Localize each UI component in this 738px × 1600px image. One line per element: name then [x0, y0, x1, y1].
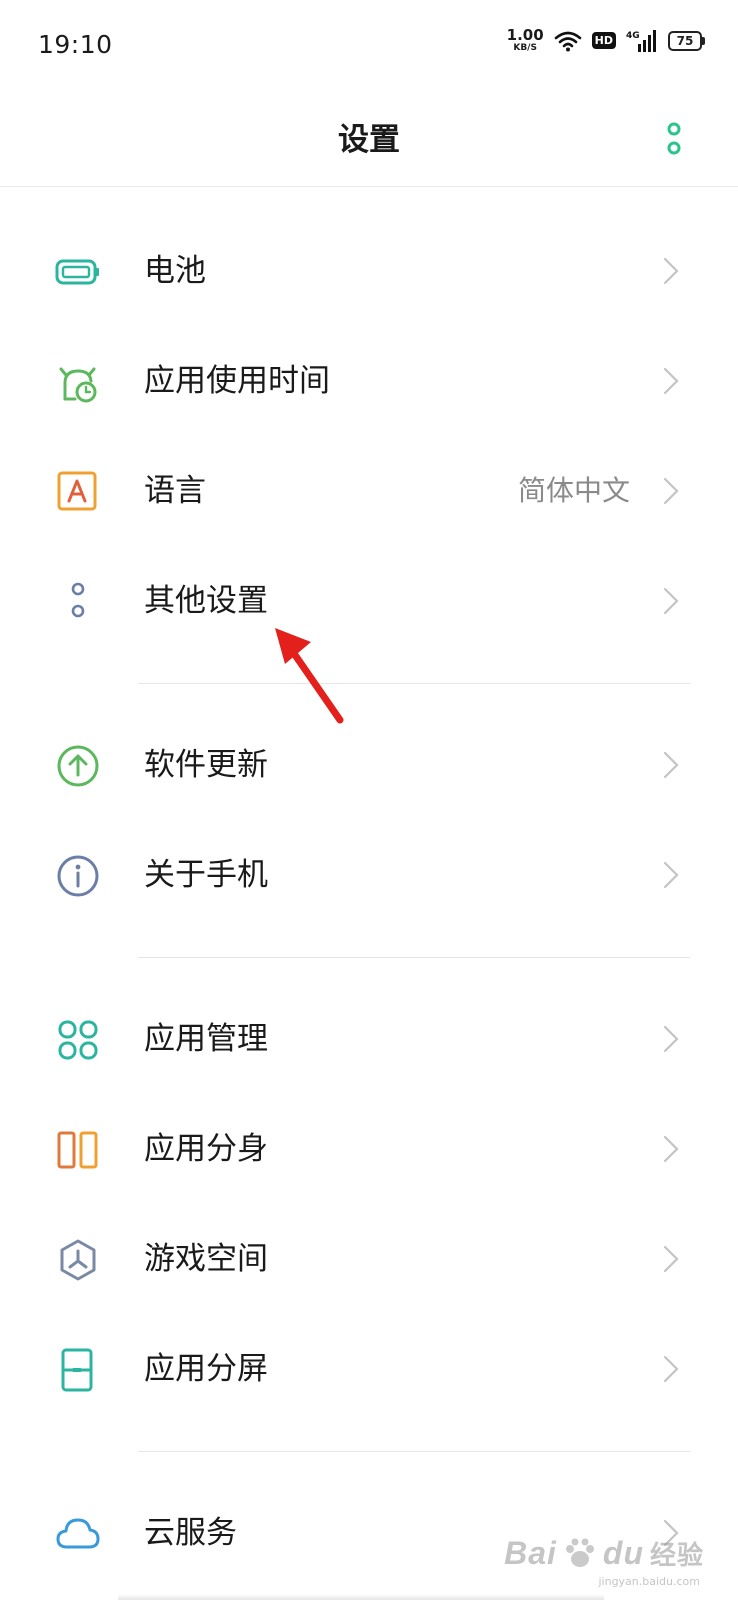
language-icon — [57, 471, 97, 511]
status-icons: 1.00 KB/S HD 4G 75 — [507, 28, 705, 53]
chevron-right-icon — [663, 257, 679, 285]
settings-item-app-usage-time[interactable]: 应用使用时间 — [0, 326, 738, 436]
settings-item-other-settings[interactable]: 其他设置 — [0, 546, 738, 656]
settings-item-label: 游戏空间 — [144, 1241, 268, 1277]
chevron-right-icon — [663, 861, 679, 889]
network-speed-unit: KB/S — [513, 43, 537, 53]
status-time: 19:10 — [38, 30, 113, 59]
settings-item-app-clone[interactable]: 应用分身 — [0, 1094, 738, 1204]
settings-item-label: 应用使用时间 — [144, 363, 330, 399]
section-divider — [0, 930, 738, 984]
settings-item-battery[interactable]: 电池 — [0, 216, 738, 326]
info-icon — [57, 855, 99, 897]
network-speed: 1.00 KB/S — [507, 28, 544, 53]
alarm-clock-icon — [59, 367, 97, 403]
chevron-right-icon — [663, 751, 679, 779]
settings-item-software-update[interactable]: 软件更新 — [0, 710, 738, 820]
settings-item-label: 关于手机 — [144, 857, 268, 893]
settings-item-game-space[interactable]: 游戏空间 — [0, 1204, 738, 1314]
cloud-icon — [56, 1518, 100, 1549]
battery-icon — [55, 259, 99, 285]
settings-item-label: 应用分身 — [144, 1131, 268, 1167]
signal-icon: 4G — [626, 29, 656, 52]
chevron-right-icon — [663, 1355, 679, 1383]
update-arrow-icon — [57, 745, 99, 787]
split-screen-icon — [61, 1348, 93, 1392]
battery-indicator: 75 — [668, 30, 705, 51]
paw-logo-icon — [565, 1538, 594, 1567]
app-grid-icon — [58, 1020, 98, 1060]
chevron-right-icon — [663, 587, 679, 615]
settings-item-label: 电池 — [144, 253, 206, 289]
red-annotation-arrow — [275, 628, 344, 724]
section-divider — [0, 1424, 738, 1478]
watermark-url: jingyan.baidu.com — [598, 1575, 700, 1588]
game-hexagon-icon — [60, 1239, 96, 1281]
settings-list[interactable]: 安全 电池 应用使用时间 — [0, 187, 738, 1600]
watermark-cn: 经验 — [649, 1540, 704, 1570]
clone-icon — [57, 1131, 98, 1169]
section-divider — [0, 656, 738, 710]
chevron-right-icon — [663, 367, 679, 395]
chevron-right-icon — [663, 1025, 679, 1053]
settings-item-split-screen[interactable]: 应用分屏 — [0, 1314, 738, 1424]
settings-item-language[interactable]: 语言 简体中文 — [0, 436, 738, 546]
settings-item-label: 应用管理 — [144, 1021, 268, 1057]
status-bar: 19:10 1.00 KB/S HD 4G 75 — [0, 0, 738, 90]
network-type: 4G — [626, 31, 640, 41]
bottom-scroll-shadow — [118, 1594, 604, 1600]
app-header: 设置 — [0, 90, 738, 187]
settings-item-label: 应用分屏 — [144, 1351, 268, 1387]
network-speed-value: 1.00 — [506, 26, 544, 44]
chevron-right-icon — [663, 1245, 679, 1273]
settings-item-about-phone[interactable]: 关于手机 — [0, 820, 738, 930]
settings-item-label: 语言 — [144, 473, 206, 509]
wifi-icon — [554, 31, 581, 51]
baidu-watermark: Bai du 经验 jingyan.baidu.com — [504, 1535, 704, 1588]
more-dots-icon — [71, 582, 85, 618]
chevron-right-icon — [663, 1135, 679, 1163]
settings-item-security[interactable]: 安全 — [0, 187, 738, 216]
hd-badge: HD — [591, 32, 616, 49]
settings-item-label: 云服务 — [144, 1515, 237, 1551]
watermark-brand-2: du — [602, 1535, 644, 1571]
language-value: 简体中文 — [517, 474, 630, 507]
chevron-right-icon — [663, 477, 679, 505]
settings-item-app-management[interactable]: 应用管理 — [0, 984, 738, 1094]
page-title: 设置 — [338, 122, 400, 158]
more-options-icon[interactable] — [662, 122, 686, 158]
settings-item-label: 软件更新 — [144, 747, 268, 783]
watermark-brand: Bai — [504, 1535, 557, 1571]
settings-item-label: 其他设置 — [144, 583, 268, 619]
